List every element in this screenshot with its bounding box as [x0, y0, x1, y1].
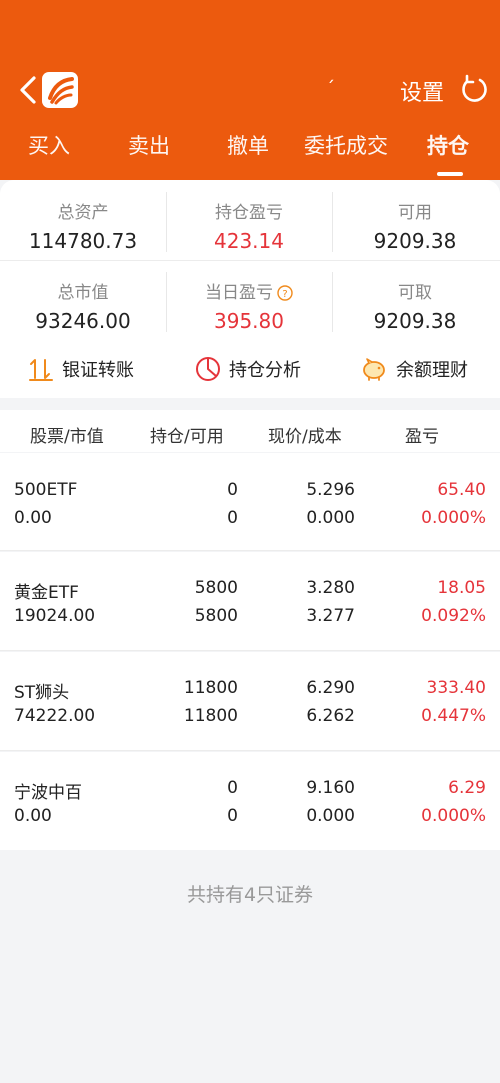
stat-value: 395.80 — [214, 309, 284, 333]
cost-price: 0.000 — [306, 508, 355, 528]
divider — [0, 650, 500, 651]
position-analysis-button[interactable]: 持仓分析 — [195, 356, 301, 382]
stat-label: 持仓盈亏 — [215, 203, 283, 223]
holding-qty: 0 — [227, 480, 238, 500]
table-row[interactable]: ST狮头 74222.00 11800 11800 6.290 6.262 33… — [0, 652, 500, 750]
stat-market-value: 总市值 93246.00 — [0, 278, 166, 333]
question-mark-icon[interactable]: ? — [277, 285, 293, 301]
column-header-holding[interactable]: 持仓/可用 — [150, 422, 224, 447]
positions-table-header: 股票/市值 持仓/可用 现价/成本 盈亏 — [0, 410, 500, 452]
divider — [166, 272, 167, 332]
stat-daily-pnl: 当日盈亏? 395.80 — [166, 278, 332, 333]
brand-logo-icon — [48, 77, 74, 105]
market-value: 19024.00 — [14, 606, 96, 626]
cost-price: 6.262 — [306, 706, 355, 726]
divider — [0, 550, 500, 551]
stat-label: 当日盈亏? — [166, 278, 332, 303]
app-logo — [42, 72, 78, 108]
market-value: 0.00 — [14, 508, 52, 528]
stock-name: 宁波中百 — [14, 783, 82, 803]
stock-name: 黄金ETF — [14, 583, 79, 603]
top-bar: ˊ 设置 买入 卖出 撤单 委托成交 持仓 — [0, 0, 500, 180]
refresh-icon[interactable] — [458, 74, 490, 106]
tab-positions[interactable]: 持仓 — [427, 130, 469, 160]
pnl-percent: 0.000% — [421, 508, 486, 528]
action-label: 银证转账 — [62, 360, 134, 381]
stat-label: 可取 — [398, 283, 432, 303]
pnl-amount: 65.40 — [437, 480, 486, 500]
holding-qty: 0 — [227, 778, 238, 798]
action-label: 持仓分析 — [229, 360, 301, 381]
stat-withdrawable: 可取 9209.38 — [332, 278, 498, 333]
available-qty: 0 — [227, 508, 238, 528]
pnl-amount: 6.29 — [448, 778, 486, 798]
available-qty: 5800 — [194, 606, 238, 626]
table-row[interactable]: 500ETF 0.00 0 0 5.296 0.000 65.40 0.000% — [0, 453, 500, 551]
table-row[interactable]: 宁波中百 0.00 0 0 9.160 0.000 6.29 0.000% — [0, 752, 500, 850]
holdings-count: 共持有4只证券 — [186, 884, 314, 906]
piggy-bank-icon — [363, 358, 385, 381]
stat-label-text: 当日盈亏 — [205, 283, 273, 303]
current-price: 3.280 — [306, 578, 355, 598]
stat-value: 9209.38 — [373, 229, 457, 253]
transfer-arrows-icon — [29, 359, 53, 381]
divider — [166, 192, 167, 252]
stat-label: 总资产 — [57, 203, 109, 223]
column-header-pnl[interactable]: 盈亏 — [405, 422, 439, 447]
balance-wealth-button[interactable]: 余额理财 — [360, 356, 468, 382]
cost-price: 0.000 — [306, 806, 355, 826]
pnl-percent: 0.000% — [421, 806, 486, 826]
pnl-amount: 18.05 — [437, 578, 486, 598]
pie-chart-icon — [196, 357, 220, 381]
holding-qty: 5800 — [194, 578, 238, 598]
stat-value: 93246.00 — [35, 309, 131, 333]
pnl-percent: 0.092% — [421, 606, 486, 626]
table-row[interactable]: 黄金ETF 19024.00 5800 5800 3.280 3.277 18.… — [0, 552, 500, 650]
trade-tabs: 买入 卖出 撤单 委托成交 持仓 — [0, 130, 500, 172]
tab-orders[interactable]: 委托成交 — [304, 130, 388, 160]
stat-value: 423.14 — [214, 229, 284, 253]
active-tab-indicator — [437, 172, 463, 176]
available-qty: 0 — [227, 806, 238, 826]
action-label: 余额理财 — [396, 360, 468, 381]
divider — [0, 260, 500, 261]
stat-total-assets: 总资产 114780.73 — [0, 198, 166, 253]
tab-buy[interactable]: 买入 — [28, 130, 70, 160]
market-value: 0.00 — [14, 806, 52, 826]
holding-qty: 11800 — [183, 678, 238, 698]
stock-name: 500ETF — [14, 480, 78, 500]
divider — [332, 272, 333, 332]
available-qty: 11800 — [183, 706, 238, 726]
cost-price: 3.277 — [306, 606, 355, 626]
svg-text:?: ? — [282, 289, 287, 300]
stat-label: 可用 — [398, 203, 432, 223]
tab-cancel[interactable]: 撤单 — [227, 130, 269, 160]
stat-available: 可用 9209.38 — [332, 198, 498, 253]
pnl-amount: 333.40 — [426, 678, 486, 698]
column-header-stock[interactable]: 股票/市值 — [30, 422, 104, 447]
column-header-price[interactable]: 现价/成本 — [268, 422, 342, 447]
current-price: 5.296 — [306, 480, 355, 500]
pnl-percent: 0.447% — [421, 706, 486, 726]
stat-value: 114780.73 — [28, 229, 138, 253]
stat-label: 总市值 — [57, 283, 109, 303]
stock-name: ST狮头 — [14, 683, 70, 703]
settings-button[interactable]: 设置 — [400, 75, 444, 107]
divider — [0, 750, 500, 751]
stat-value: 9209.38 — [373, 309, 457, 333]
bank-transfer-button[interactable]: 银证转账 — [28, 356, 134, 382]
tab-sell[interactable]: 卖出 — [128, 130, 170, 160]
current-price: 6.290 — [306, 678, 355, 698]
market-value: 74222.00 — [14, 706, 96, 726]
stat-position-pnl: 持仓盈亏 423.14 — [166, 198, 332, 253]
back-icon[interactable] — [18, 72, 38, 108]
divider — [332, 192, 333, 252]
current-price: 9.160 — [306, 778, 355, 798]
header-title: ˊ — [326, 78, 335, 99]
